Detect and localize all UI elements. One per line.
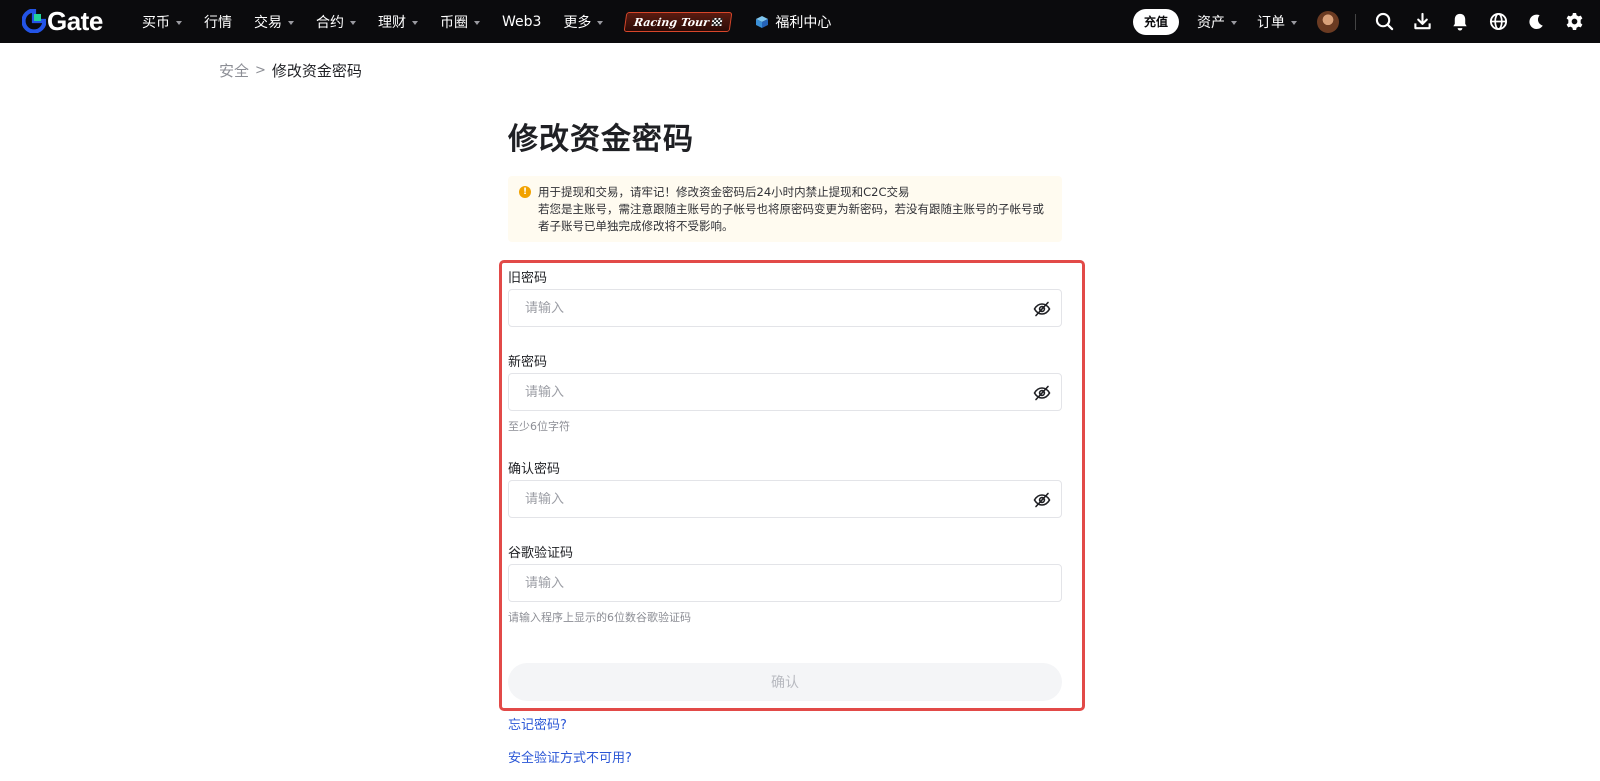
- google-code-label: 谷歌验证码: [508, 546, 574, 561]
- nav-welfare-center[interactable]: 福利中心: [755, 12, 831, 32]
- nav-more-label: 更多: [563, 14, 592, 31]
- download-icon[interactable]: [1412, 12, 1432, 32]
- confirm-password-input[interactable]: [525, 491, 1015, 507]
- old-password-field[interactable]: [508, 289, 1062, 327]
- confirm-password-label: 确认密码: [508, 462, 561, 477]
- racing-tour-label: Racing Tour: [633, 15, 711, 28]
- logo-text: Gate: [47, 5, 103, 36]
- warning-icon: !: [519, 186, 531, 198]
- nav-earn[interactable]: 理财: [378, 12, 418, 32]
- chevron-down-icon: [412, 20, 418, 25]
- verification-unavailable-link[interactable]: 安全验证方式不可用?: [508, 747, 632, 766]
- notice-line-1: 用于提现和交易，请牢记！修改资金密码后24小时内禁止提现和C2C交易: [538, 185, 910, 199]
- nav-markets-label: 行情: [204, 14, 232, 31]
- nav-more[interactable]: 更多: [563, 12, 604, 32]
- nav-community[interactable]: 币圈: [440, 12, 480, 32]
- nav-welfare-label: 福利中心: [775, 14, 832, 31]
- nav-community-label: 币圈: [440, 14, 468, 31]
- nav-orders[interactable]: 订单: [1257, 12, 1297, 32]
- nav-futures[interactable]: 合约: [316, 12, 356, 32]
- confirm-button[interactable]: 确认: [508, 663, 1062, 701]
- nav-divider: [1355, 13, 1356, 30]
- nav-earn-label: 理财: [378, 14, 406, 31]
- main-nav: 买币 行情 交易 合约 理财 币圈 Web3 更多 Racing Tour 福利…: [142, 0, 853, 43]
- google-code-input[interactable]: [525, 575, 1015, 591]
- page-title: 修改资金密码: [508, 122, 694, 157]
- checkered-flag-icon: [711, 17, 723, 26]
- nav-assets[interactable]: 资产: [1197, 12, 1237, 32]
- breadcrumb: 安全 > 修改资金密码: [219, 60, 362, 81]
- moon-icon[interactable]: [1526, 12, 1546, 32]
- new-password-label: 新密码: [508, 355, 548, 370]
- nav-web3-label: Web3: [502, 13, 542, 30]
- chevron-down-icon: [1291, 20, 1297, 25]
- breadcrumb-current: 修改资金密码: [271, 62, 362, 80]
- right-nav: 充值 资产 订单: [1133, 0, 1600, 43]
- nav-futures-label: 合约: [316, 14, 344, 31]
- confirm-password-field[interactable]: [508, 480, 1062, 518]
- deposit-button[interactable]: 充值: [1133, 8, 1179, 35]
- old-password-label: 旧密码: [508, 271, 548, 286]
- globe-icon[interactable]: [1488, 12, 1508, 32]
- nav-trade-label: 交易: [254, 14, 282, 31]
- chevron-down-icon: [474, 20, 480, 25]
- breadcrumb-security-link[interactable]: 安全: [219, 60, 249, 81]
- eye-off-icon[interactable]: [1033, 491, 1051, 509]
- new-password-field[interactable]: [508, 373, 1062, 411]
- user-avatar[interactable]: [1317, 10, 1339, 33]
- racing-tour-banner[interactable]: Racing Tour: [624, 11, 733, 32]
- nav-assets-label: 资产: [1197, 14, 1225, 31]
- nav-buy-crypto[interactable]: 买币: [142, 12, 182, 32]
- chevron-down-icon: [350, 20, 356, 25]
- search-icon[interactable]: [1374, 12, 1394, 32]
- top-navigation-bar: Gate 买币 行情 交易 合约 理财 币圈 Web3 更多 Racing To…: [0, 0, 1600, 43]
- new-password-hint: 至少6位字符: [508, 420, 570, 433]
- gate-logo-icon: [21, 8, 47, 34]
- notice-line-2: 若您是主账号，需注意跟随主账号的子帐号也将原密码变更为新密码，若没有跟随主账号的…: [538, 202, 1044, 233]
- eye-off-icon[interactable]: [1033, 384, 1051, 402]
- nav-web3[interactable]: Web3: [502, 14, 541, 30]
- chevron-right-icon: >: [255, 63, 266, 78]
- chevron-down-icon: [176, 20, 182, 25]
- gate-logo[interactable]: Gate: [21, 5, 103, 36]
- eye-off-icon[interactable]: [1033, 300, 1051, 318]
- nav-markets[interactable]: 行情: [204, 12, 232, 32]
- forgot-password-link[interactable]: 忘记密码?: [508, 714, 567, 733]
- nav-orders-label: 订单: [1257, 14, 1285, 31]
- google-code-hint: 请输入程序上显示的6位数谷歌验证码: [508, 611, 691, 624]
- nav-buy-crypto-label: 买币: [142, 14, 170, 31]
- nav-trade[interactable]: 交易: [254, 12, 294, 32]
- chevron-down-icon: [288, 20, 294, 25]
- gift-box-icon: [755, 15, 769, 29]
- chevron-down-icon: [1231, 20, 1237, 25]
- google-code-field[interactable]: [508, 564, 1062, 602]
- old-password-input[interactable]: [525, 300, 1015, 316]
- warning-notice: ! 用于提现和交易，请牢记！修改资金密码后24小时内禁止提现和C2C交易 若您是…: [508, 176, 1062, 242]
- gear-icon[interactable]: [1564, 12, 1584, 32]
- new-password-input[interactable]: [525, 384, 1015, 400]
- bell-icon[interactable]: [1450, 12, 1470, 32]
- chevron-down-icon: [597, 20, 604, 25]
